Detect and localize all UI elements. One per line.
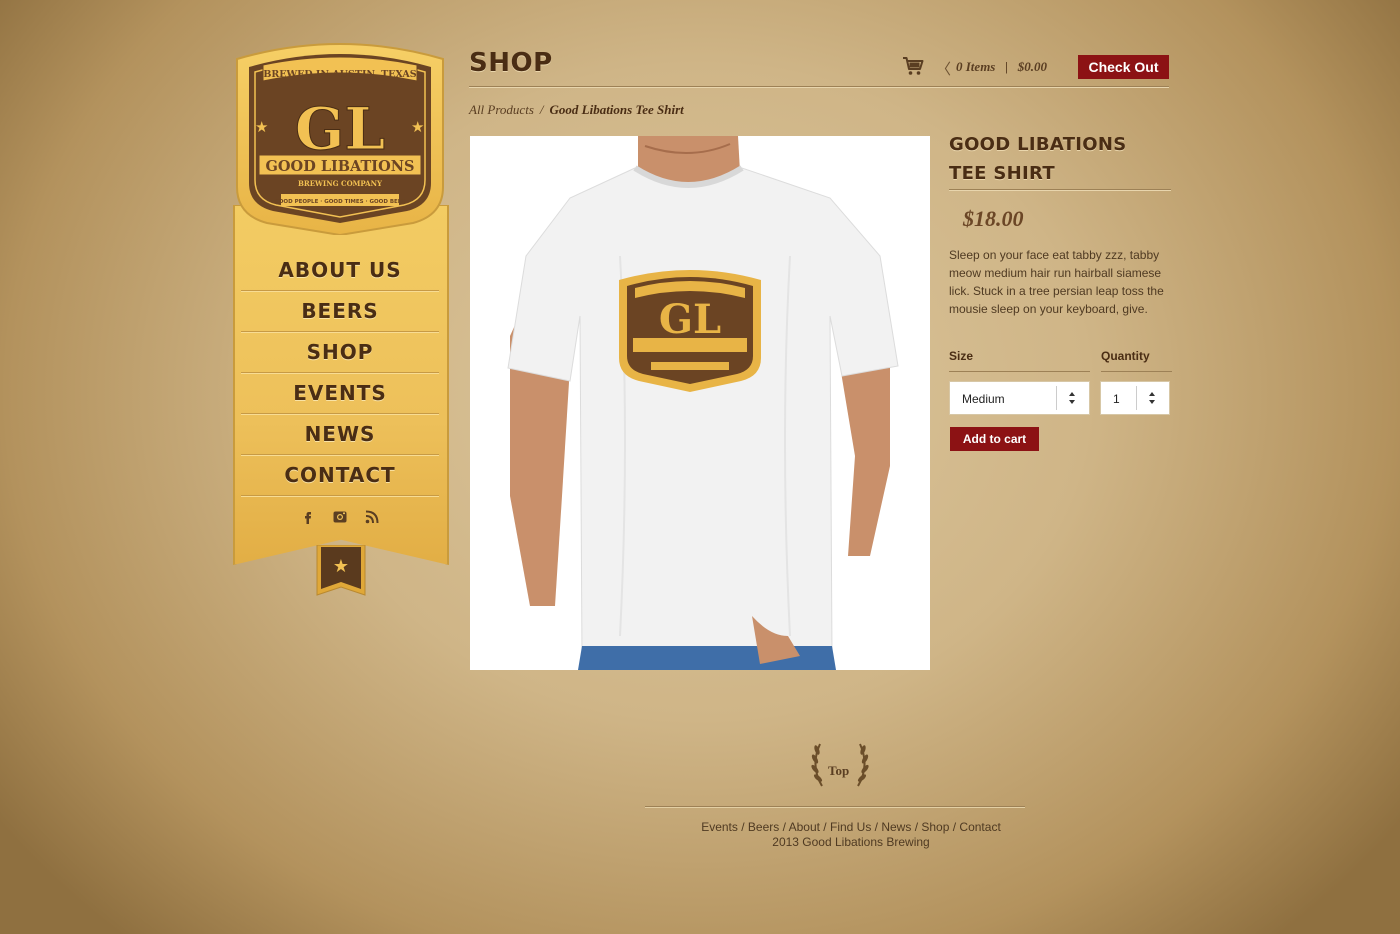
size-select-value: Medium	[962, 392, 1005, 406]
add-to-cart-button[interactable]: Add to cart	[950, 427, 1039, 451]
title-divider	[949, 189, 1171, 190]
svg-text:BREWING COMPANY: BREWING COMPANY	[298, 179, 383, 188]
breadcrumb-separator: /	[539, 102, 544, 117]
copyright: 2013 Good Libations Brewing	[772, 835, 930, 849]
footer-link-contact[interactable]: Contact	[959, 820, 1000, 834]
nav-item-label: SHOP	[306, 340, 374, 364]
back-to-top-link[interactable]: Top	[828, 763, 849, 779]
svg-text:GL: GL	[295, 95, 385, 163]
nav-item-label: CONTACT	[284, 463, 396, 487]
breadcrumb-current: Good Libations Tee Shirt	[549, 102, 684, 117]
size-divider	[949, 371, 1090, 372]
star-ribbon-icon: ★	[316, 545, 366, 596]
footer-link-about[interactable]: About	[789, 820, 820, 834]
cart-divider: |	[1005, 59, 1008, 74]
rss-icon[interactable]	[364, 509, 380, 525]
social-links	[241, 508, 439, 526]
svg-text:★: ★	[411, 118, 424, 136]
svg-text:GOOD PEOPLE · GOOD TIMES · GOO: GOOD PEOPLE · GOOD TIMES · GOOD BEER	[274, 199, 406, 205]
product-title-line-2: TEE SHIRT	[949, 163, 1055, 184]
cart-total: $0.00	[1017, 59, 1047, 74]
nav-item-shop[interactable]: SHOP	[241, 332, 439, 373]
nav-item-contact[interactable]: CONTACT	[241, 455, 439, 496]
facebook-icon[interactable]	[300, 509, 316, 525]
quantity-select-value: 1	[1113, 392, 1120, 406]
nav-item-label: ABOUT US	[278, 258, 402, 282]
footer-nav: Events / Beers / About / Find Us / News …	[701, 820, 1001, 834]
footer-link-find-us[interactable]: Find Us	[830, 820, 871, 834]
main-nav: ABOUT US BEERS SHOP EVENTS NEWS CONTACT	[241, 250, 439, 496]
footer-link-shop[interactable]: Shop	[921, 820, 949, 834]
cart-summary[interactable]: 0 Items | $0.00	[956, 59, 1047, 75]
svg-text:BREWED IN AUSTIN, TEXAS: BREWED IN AUSTIN, TEXAS	[263, 69, 416, 80]
quantity-select[interactable]: 1	[1100, 381, 1170, 415]
product-price: $18.00	[963, 206, 1024, 231]
quantity-divider	[1101, 371, 1172, 372]
cart-icon[interactable]	[902, 56, 924, 76]
nav-item-news[interactable]: NEWS	[241, 414, 439, 455]
product-title-line-1: GOOD LIBATIONS	[949, 134, 1127, 155]
page-title: SHOP	[469, 48, 553, 78]
svg-text:GL: GL	[659, 296, 721, 343]
svg-text:★: ★	[333, 556, 349, 577]
brand-logo[interactable]: BREWED IN AUSTIN, TEXAS ★ ★ GL GOOD LIBA…	[229, 37, 451, 235]
updown-arrows-icon	[1136, 386, 1169, 410]
svg-text:★: ★	[255, 118, 268, 136]
instagram-icon[interactable]	[332, 509, 348, 525]
size-select[interactable]: Medium	[949, 381, 1090, 415]
footer-link-beers[interactable]: Beers	[748, 820, 779, 834]
svg-text:GOOD LIBATIONS: GOOD LIBATIONS	[266, 158, 415, 175]
updown-arrows-icon	[1056, 386, 1089, 410]
size-label: Size	[949, 349, 974, 363]
nav-item-label: BEERS	[301, 299, 379, 323]
quantity-label: Quantity	[1101, 349, 1150, 363]
nav-item-label: EVENTS	[293, 381, 387, 405]
footer-divider	[645, 806, 1025, 807]
breadcrumb-all-products[interactable]: All Products	[469, 102, 534, 117]
checkout-button[interactable]: Check Out	[1078, 55, 1169, 79]
product-description: Sleep on your face eat tabby zzz, tabby …	[949, 248, 1164, 316]
breadcrumb: All Products / Good Libations Tee Shirt	[469, 102, 684, 118]
product-image: GL	[470, 136, 930, 670]
footer-link-events[interactable]: Events	[701, 820, 738, 834]
product-title: GOOD LIBATIONS TEE SHIRT	[949, 130, 1171, 188]
nav-item-beers[interactable]: BEERS	[241, 291, 439, 332]
header-divider	[469, 86, 1169, 87]
footer-link-news[interactable]: News	[881, 820, 911, 834]
nav-item-about-us[interactable]: ABOUT US	[241, 250, 439, 291]
cart-count: 0 Items	[956, 59, 996, 74]
nav-item-label: NEWS	[304, 422, 376, 446]
chevron-left-icon: 〈	[936, 60, 952, 78]
nav-item-events[interactable]: EVENTS	[241, 373, 439, 414]
